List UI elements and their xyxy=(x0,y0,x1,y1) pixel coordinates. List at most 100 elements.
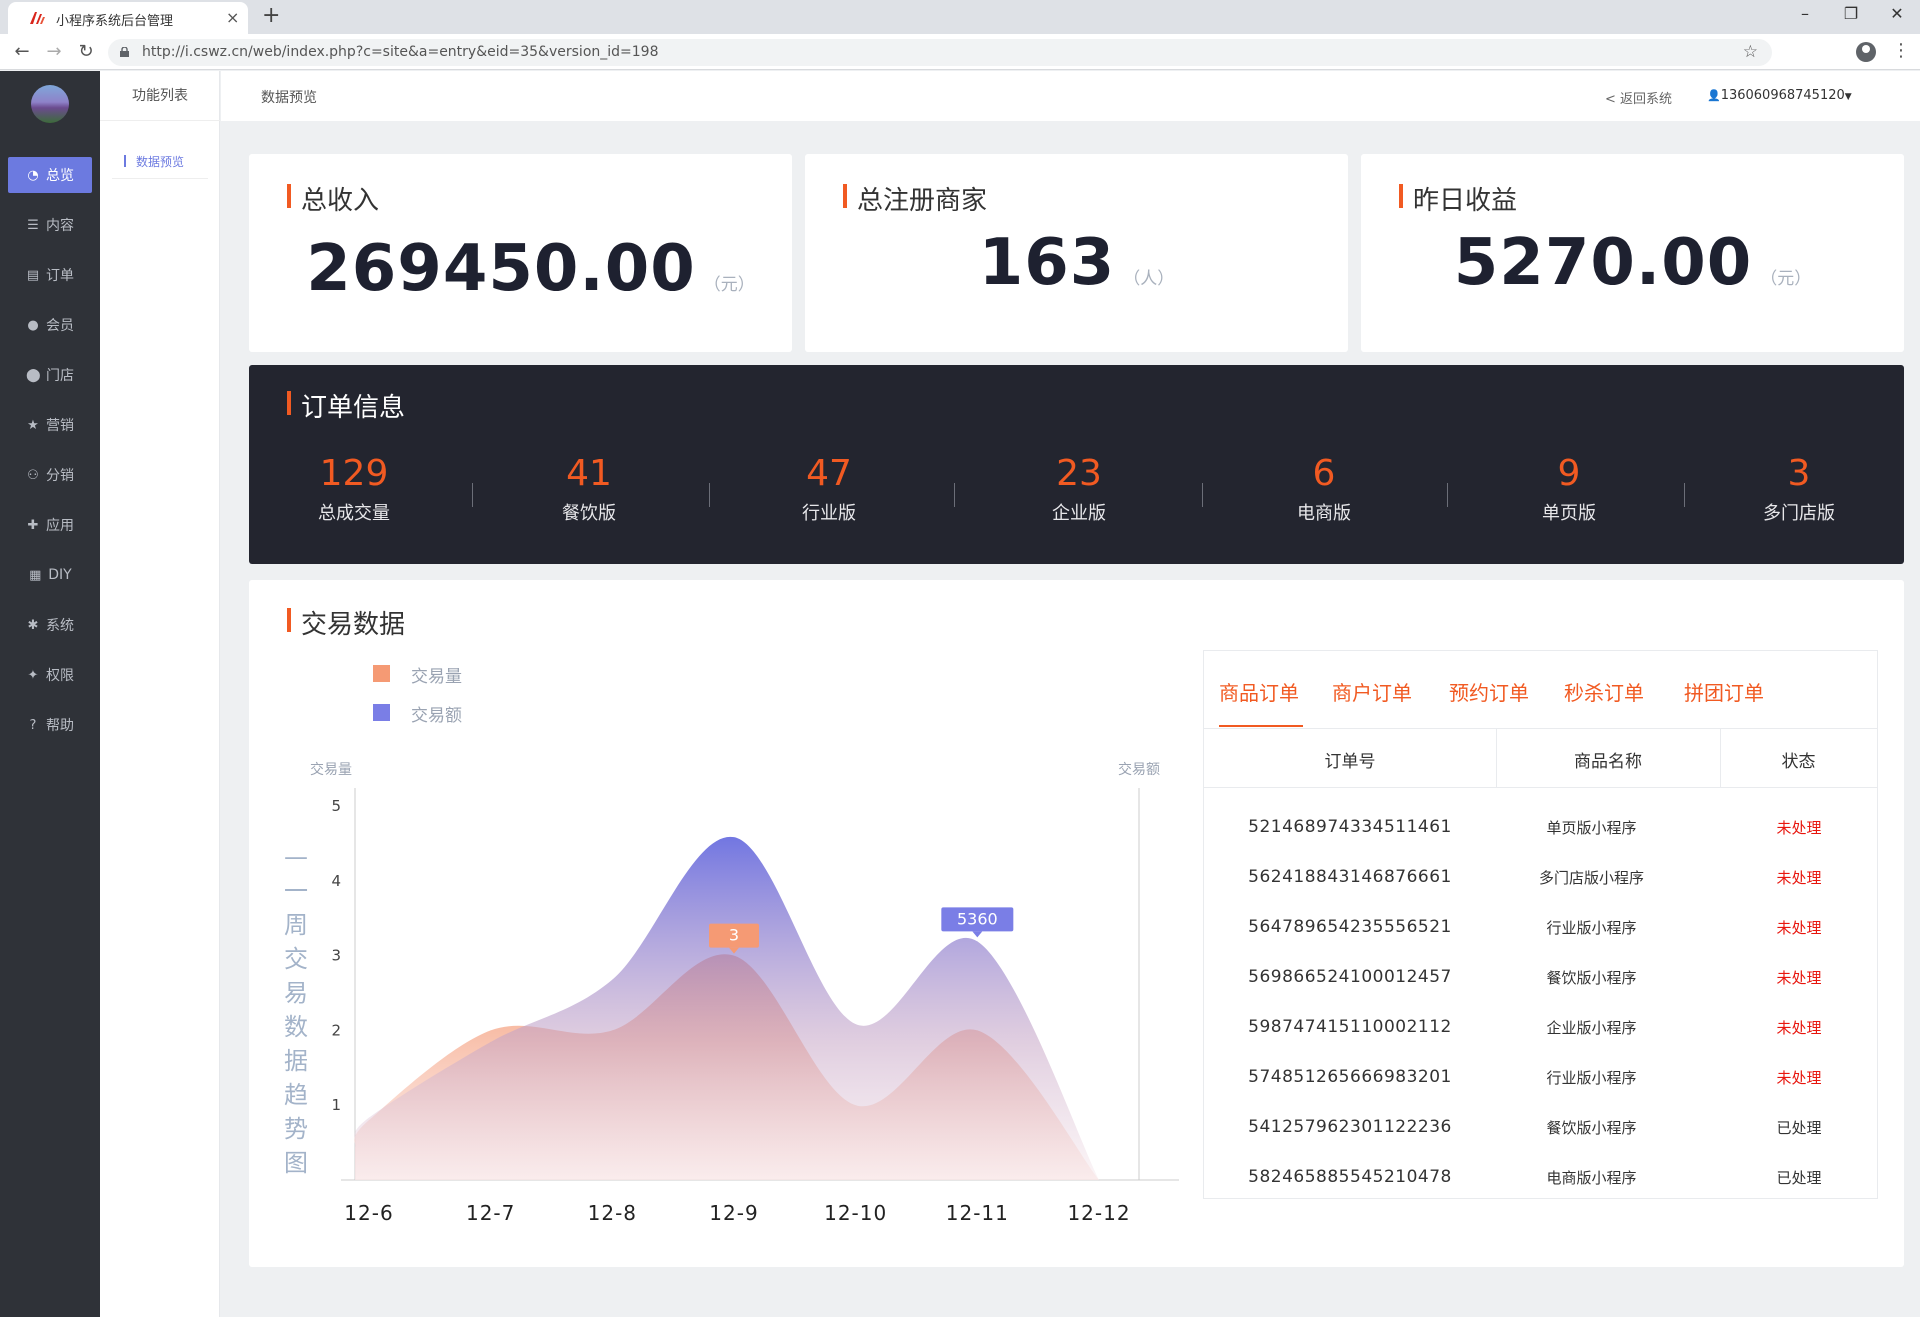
browser-tab[interactable]: 小程序系统后台管理 × xyxy=(8,2,248,34)
stat-unit: （人） xyxy=(1123,269,1175,289)
tab-order-type-1[interactable]: 商户订单 xyxy=(1332,677,1412,706)
subnav-item-data-preview[interactable]: 数据预览 xyxy=(112,147,208,179)
sidebar-item-label: 营销 xyxy=(46,418,74,434)
order-stat-4: 6 电商版 xyxy=(1234,453,1414,525)
bookmark-star-icon[interactable]: ☆ xyxy=(1743,42,1758,62)
pie-chart-icon: ◔ xyxy=(27,167,39,183)
product-name: 多门店版小程序 xyxy=(1538,869,1644,887)
y-tick-label: 3 xyxy=(331,947,341,965)
layout-icon: ▦ xyxy=(29,567,42,583)
restore-icon[interactable]: ❐ xyxy=(1836,4,1866,23)
sidebar-item-0[interactable]: ◔ 总览 xyxy=(8,157,92,193)
sidebar-item-8[interactable]: ▦ DIY xyxy=(8,557,92,593)
order-info-panel: 订单信息 129 总成交量 41 餐饮版 47 行业版 23 企业版 6 电商版 9 单页版 3 多门店版 xyxy=(249,365,1904,564)
sidebar-item-label: DIY xyxy=(48,567,72,583)
subnav-title: 功能列表 xyxy=(100,71,220,121)
gear-icon: ✱ xyxy=(27,617,39,633)
reload-icon[interactable]: ↻ xyxy=(74,41,98,62)
table-row[interactable]: 582465885545210478 电商版小程序 已处理 xyxy=(1204,1153,1877,1203)
table-row[interactable]: 598747415110002112 企业版小程序 未处理 xyxy=(1204,1003,1877,1053)
close-window-icon[interactable]: ✕ xyxy=(1882,4,1912,23)
table-row[interactable]: 569866524100012457 餐饮版小程序 未处理 xyxy=(1204,953,1877,1003)
sidebar-item-label: 订单 xyxy=(46,268,74,284)
status-badge: 未处理 xyxy=(1776,1019,1822,1037)
order-number: 541257962301122236 xyxy=(1248,1117,1452,1137)
new-tab-icon[interactable]: + xyxy=(262,3,280,28)
column-header-product: 商品名称 xyxy=(1574,752,1642,772)
annotation-pointer xyxy=(972,931,983,938)
table-row[interactable]: 521468974334511461 单页版小程序 未处理 xyxy=(1204,803,1877,853)
tab-order-type-0[interactable]: 商品订单 xyxy=(1219,677,1299,706)
sidebar-item-5[interactable]: ★ 营销 xyxy=(8,407,92,443)
product-name: 餐饮版小程序 xyxy=(1546,969,1637,987)
breadcrumb: 数据预览 xyxy=(261,90,317,106)
sidebar-item-6[interactable]: ⚇ 分销 xyxy=(8,457,92,493)
sidebar-item-1[interactable]: ☰ 内容 xyxy=(8,207,92,243)
table-row[interactable]: 562418843146876661 多门店版小程序 未处理 xyxy=(1204,853,1877,903)
avatar[interactable] xyxy=(31,85,69,123)
column-header-status: 状态 xyxy=(1781,752,1816,772)
order-stat-label: 单页版 xyxy=(1542,503,1596,524)
status-badge: 未处理 xyxy=(1776,819,1822,837)
product-name: 餐饮版小程序 xyxy=(1546,1119,1637,1137)
order-stat-divider xyxy=(1201,483,1203,507)
close-tab-icon[interactable]: × xyxy=(226,8,239,27)
trend-chart: 交易量 交易额 1 2 3 4 5 3 5360 12-6 12-7 12-8 12-9 12-10 12-… xyxy=(310,761,1179,1225)
x-tick-label: 12-11 xyxy=(946,1201,1009,1225)
stat-number: 163 xyxy=(978,226,1116,300)
order-stat-1: 41 餐饮版 xyxy=(499,453,679,525)
order-stat-5: 9 单页版 xyxy=(1479,453,1659,525)
tab-order-type-4[interactable]: 拼团订单 xyxy=(1684,677,1764,706)
caret-down-icon: ▼ xyxy=(1844,92,1852,102)
order-stat-value: 9 xyxy=(1557,453,1581,494)
annotation-label: 5360 xyxy=(957,909,998,928)
table-row[interactable]: 564789654235556521 行业版小程序 未处理 xyxy=(1204,903,1877,953)
sidebar-item-4[interactable]: ⬤ 门店 xyxy=(8,357,92,393)
tab-order-type-3[interactable]: 秒杀订单 xyxy=(1564,677,1644,706)
order-stat-3: 23 企业版 xyxy=(989,453,1169,525)
list-icon: ☰ xyxy=(27,217,39,233)
legend-swatch-volume xyxy=(373,665,390,682)
url-text: http://i.cswz.cn/web/index.php?c=site&a=… xyxy=(142,44,659,60)
annotation-label: 3 xyxy=(729,926,739,945)
status-badge: 未处理 xyxy=(1776,1069,1822,1087)
stat-number: 5270.00 xyxy=(1453,226,1753,300)
table-row[interactable]: 574851265666983201 行业版小程序 未处理 xyxy=(1204,1053,1877,1103)
sidebar-item-9[interactable]: ✱ 系统 xyxy=(8,607,92,643)
back-to-system-link[interactable]: < 返回系统 xyxy=(1605,88,1672,107)
status-badge: 未处理 xyxy=(1776,869,1822,887)
sidebar-item-2[interactable]: ▤ 订单 xyxy=(8,257,92,293)
forward-arrow-icon[interactable]: → xyxy=(42,41,66,62)
x-tick-label: 12-10 xyxy=(824,1201,887,1225)
map-marker-icon: ⬤ xyxy=(26,367,41,383)
order-stat-2: 47 行业版 xyxy=(739,453,919,525)
order-stat-value: 23 xyxy=(1056,453,1102,494)
account-icon[interactable] xyxy=(1856,42,1876,62)
minimize-icon[interactable]: – xyxy=(1790,4,1820,23)
y-tick-label: 2 xyxy=(331,1021,341,1039)
yesterday-income-card: 昨日收益 5270.00 （元） xyxy=(1361,154,1904,352)
star-icon: ★ xyxy=(27,417,39,433)
status-badge: 未处理 xyxy=(1776,919,1822,937)
order-stat-label: 餐饮版 xyxy=(562,503,616,524)
stat-value: 163 （人） xyxy=(805,226,1348,300)
tab-title: 小程序系统后台管理 xyxy=(56,14,174,29)
puzzle-icon: ✚ xyxy=(27,517,39,533)
sidebar-item-11[interactable]: ? 帮助 xyxy=(8,707,92,743)
order-stat-label: 行业版 xyxy=(802,503,856,524)
back-arrow-icon[interactable]: ← xyxy=(10,41,34,62)
user-menu[interactable]: 👤136060968745120▼ xyxy=(1707,88,1852,103)
browser-menu-icon[interactable]: ⋮ xyxy=(1892,40,1910,61)
tab-order-type-2[interactable]: 预约订单 xyxy=(1449,677,1529,706)
sidebar-item-10[interactable]: ✦ 权限 xyxy=(8,657,92,693)
sidebar-item-3[interactable]: ● 会员 xyxy=(8,307,92,343)
sidebar-item-label: 系统 xyxy=(46,618,74,634)
sidebar-item-label: 总览 xyxy=(46,168,74,184)
address-bar[interactable]: http://i.cswz.cn/web/index.php?c=site&a=… xyxy=(108,39,1772,66)
trade-data-card: 交易数据 交易量 交易额 — 一周交易数据趋势图 交易量 交易额 1 2 3 4 5 3 5360… xyxy=(249,580,1904,1267)
product-name: 电商版小程序 xyxy=(1546,1169,1637,1187)
table-row[interactable]: 541257962301122236 餐饮版小程序 已处理 xyxy=(1204,1103,1877,1153)
browser-tab-bar: 小程序系统后台管理 × + – ❐ ✕ xyxy=(0,0,1920,34)
user-icon: 👤 xyxy=(1707,89,1721,102)
sidebar-item-7[interactable]: ✚ 应用 xyxy=(8,507,92,543)
